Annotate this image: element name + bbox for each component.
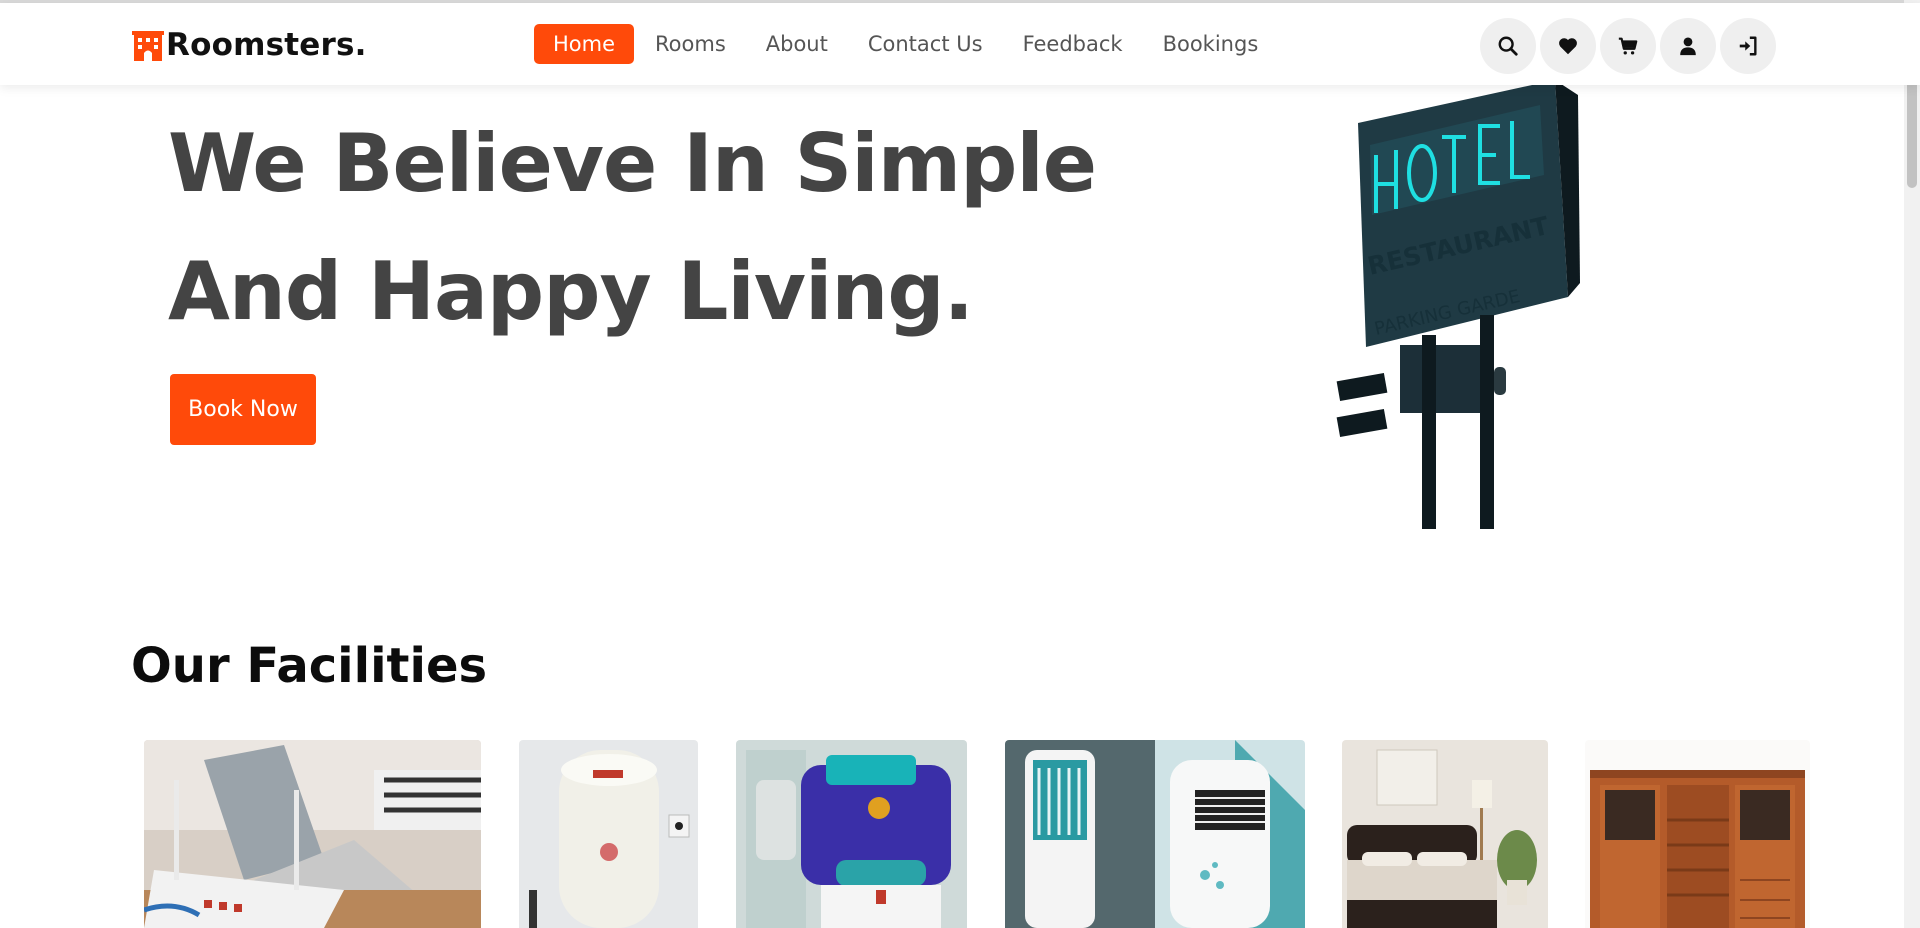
water-purifier-image[interactable] — [736, 740, 967, 928]
search-icon — [1498, 36, 1518, 56]
heart-icon — [1559, 38, 1577, 55]
hotel-restaurant-sign-image: RESTAURANT PARKING GARDE — [1336, 85, 1580, 529]
hero-heading-line-1: We Believe In Simple — [168, 117, 1097, 210]
nav-bookings[interactable]: Bookings — [1144, 24, 1278, 64]
book-now-button[interactable]: Book Now — [170, 374, 316, 445]
hotel-building-icon — [132, 31, 164, 61]
page-scrollbar[interactable] — [1904, 0, 1920, 928]
navbar: Roomsters. Home Rooms About Contact Us F… — [0, 3, 1920, 85]
facilities-gallery — [0, 740, 1920, 928]
hero-heading: We Believe In Simple And Happy Living. — [168, 100, 1118, 356]
cart-icon — [1618, 37, 1638, 55]
nav-contact-us[interactable]: Contact Us — [849, 24, 1002, 64]
nav-about[interactable]: About — [747, 24, 847, 64]
nav-home[interactable]: Home — [534, 24, 635, 64]
login-button[interactable] — [1720, 18, 1776, 74]
water-heater-image[interactable] — [519, 740, 698, 928]
account-button[interactable] — [1660, 18, 1716, 74]
main-nav: Home Rooms About Contact Us Feedback Boo… — [534, 24, 1279, 64]
header-icons — [1480, 18, 1780, 74]
hero-heading-line-2: And Happy Living. — [168, 245, 974, 338]
brand-logo[interactable]: Roomsters. — [132, 25, 367, 65]
nav-rooms[interactable]: Rooms — [636, 24, 745, 64]
bed-image[interactable] — [1342, 740, 1548, 928]
nav-feedback[interactable]: Feedback — [1004, 24, 1142, 64]
wifi-router-image[interactable] — [144, 740, 481, 928]
cart-button[interactable] — [1600, 18, 1656, 74]
brand-name: Roomsters. — [166, 27, 367, 63]
facilities-heading: Our Facilities — [131, 638, 488, 694]
user-icon — [1680, 37, 1696, 56]
wishlist-button[interactable] — [1540, 18, 1596, 74]
wardrobe-image[interactable] — [1585, 740, 1810, 928]
login-icon — [1739, 36, 1757, 56]
search-button[interactable] — [1480, 18, 1536, 74]
air-cooler-image[interactable] — [1005, 740, 1305, 928]
